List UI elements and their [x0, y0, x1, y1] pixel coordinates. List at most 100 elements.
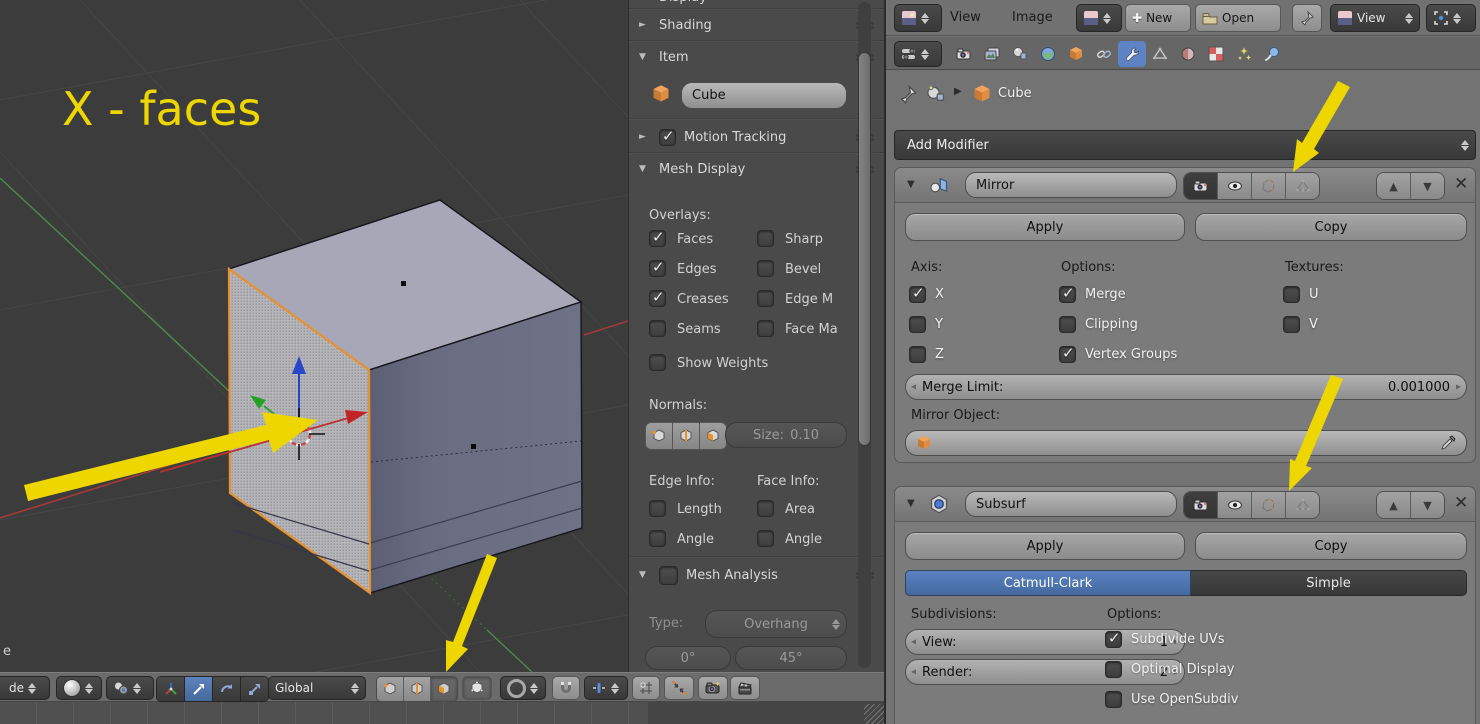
axis-z-checkbox[interactable] [909, 346, 926, 363]
rotate-manipulator-button[interactable] [213, 677, 241, 701]
clipping-checkbox[interactable] [1059, 316, 1076, 333]
sharp-checkbox[interactable] [757, 230, 774, 247]
eyedropper-icon[interactable] [1440, 435, 1456, 451]
panel-shading-header[interactable]: ► Shading [629, 12, 884, 38]
cage-edit-button[interactable] [1286, 173, 1319, 199]
texture-u-checkbox[interactable] [1283, 286, 1300, 303]
simple-toggle[interactable]: Simple [1191, 570, 1467, 596]
copy-button[interactable]: Copy [1195, 532, 1467, 560]
normals-size-stepper[interactable]: Size: 0.10 [725, 422, 847, 448]
catmull-clark-toggle[interactable]: Catmull-Clark [905, 570, 1191, 596]
tab-texture[interactable] [1202, 41, 1230, 67]
subsurf-modifier-header[interactable]: ▼ Subsurf ▲ ▼ ✕ [895, 487, 1475, 522]
texture-v-checkbox[interactable] [1283, 316, 1300, 333]
merge-checkbox[interactable] [1059, 286, 1076, 303]
optimal-display-checkbox[interactable] [1105, 661, 1122, 678]
panel-item-header[interactable]: ▼ Item [629, 44, 884, 70]
axis-y-checkbox[interactable] [909, 316, 926, 333]
opengl-render-button[interactable] [698, 676, 728, 700]
modifier-name-field[interactable]: Subsurf [965, 491, 1177, 517]
editmode-visibility-button[interactable] [1252, 173, 1286, 199]
snap-toggle-button[interactable] [552, 676, 580, 700]
delete-modifier-button[interactable]: ✕ [1454, 493, 1468, 513]
vertex-groups-checkbox[interactable] [1059, 346, 1076, 363]
face-area-checkbox[interactable] [757, 500, 774, 517]
analysis-min-stepper[interactable]: 0° [645, 646, 731, 670]
tab-material[interactable] [1174, 41, 1202, 67]
mode-dropdown[interactable]: de [0, 676, 50, 700]
subdivide-uvs-checkbox[interactable] [1105, 631, 1122, 648]
face-angle-checkbox[interactable] [757, 530, 774, 547]
faces-checkbox[interactable] [649, 230, 666, 247]
panel-display-partial[interactable]: ▼Display [629, 0, 884, 8]
expand-arrow-icon[interactable]: ▼ [639, 52, 651, 62]
menu-view[interactable]: View [950, 10, 981, 25]
tab-render-layers[interactable] [978, 41, 1006, 67]
manipulator-toggle-button[interactable] [157, 677, 185, 701]
editor-type-dropdown[interactable] [894, 4, 942, 32]
tab-constraints[interactable] [1090, 41, 1118, 67]
merge-limit-stepper[interactable]: Merge Limit: 0.001000 [905, 374, 1467, 400]
scale-manipulator-button[interactable] [241, 677, 268, 701]
editmode-visibility-button[interactable] [1252, 492, 1286, 518]
delete-modifier-button[interactable]: ✕ [1454, 174, 1468, 194]
limit-selection-button[interactable] [462, 676, 492, 700]
render-visibility-button[interactable] [1184, 173, 1218, 199]
absolute-grid-snap-button[interactable] [632, 676, 660, 700]
panel-mesh-display-header[interactable]: ▼ Mesh Display [629, 156, 884, 182]
motion-tracking-checkbox[interactable] [659, 129, 676, 146]
snap-element-dropdown[interactable] [584, 676, 628, 700]
transform-orientation-dropdown[interactable]: Global [268, 676, 366, 700]
editor-type-dropdown[interactable] [894, 41, 942, 67]
tab-object[interactable] [1062, 41, 1090, 67]
expand-arrow-icon[interactable]: ▼ [639, 164, 651, 174]
tab-render[interactable] [950, 41, 978, 67]
move-down-button[interactable]: ▼ [1411, 492, 1444, 518]
cage-edit-button[interactable] [1286, 492, 1319, 518]
viewport-visibility-button[interactable] [1218, 173, 1252, 199]
viewport-shading-dropdown[interactable] [56, 676, 102, 700]
use-opensubdiv-checkbox[interactable] [1105, 691, 1122, 708]
render-slot-dropdown[interactable] [1426, 4, 1476, 32]
modifier-name-field[interactable]: Mirror [965, 172, 1177, 198]
edge-angle-checkbox[interactable] [649, 530, 666, 547]
vertex-normals-icon[interactable] [646, 423, 673, 449]
bevel-checkbox[interactable] [757, 260, 774, 277]
apply-button[interactable]: Apply [905, 532, 1185, 560]
vertex-select-button[interactable] [377, 677, 404, 701]
pivot-point-dropdown[interactable] [106, 676, 154, 700]
image-datablock-dropdown[interactable] [1076, 4, 1122, 32]
expand-arrow-icon[interactable]: ▼ [907, 498, 915, 509]
analysis-type-dropdown[interactable]: Overhang [705, 610, 847, 638]
panel-motion-tracking-header[interactable]: ► Motion Tracking [629, 124, 884, 150]
automerge-button[interactable] [664, 676, 694, 700]
creases-checkbox[interactable] [649, 290, 666, 307]
pin-toggle-button[interactable] [1292, 4, 1322, 32]
face-select-button[interactable] [431, 677, 457, 701]
cube-mesh[interactable] [229, 200, 582, 593]
tab-modifiers[interactable] [1118, 41, 1146, 67]
move-down-button[interactable]: ▼ [1411, 173, 1444, 199]
copy-button[interactable]: Copy [1195, 213, 1467, 241]
seams-checkbox[interactable] [649, 320, 666, 337]
corner-resize-grip[interactable] [864, 704, 884, 724]
new-image-button[interactable]: ✚ New [1125, 4, 1191, 32]
face-marks-checkbox[interactable] [757, 320, 774, 337]
menu-image[interactable]: Image [1012, 10, 1053, 25]
edge-select-button[interactable] [404, 677, 431, 701]
tab-particles[interactable] [1230, 41, 1258, 67]
scene-icon[interactable] [926, 84, 946, 104]
display-channels-dropdown[interactable]: View [1330, 4, 1420, 32]
viewport-visibility-button[interactable] [1218, 492, 1252, 518]
tab-physics[interactable] [1258, 41, 1286, 67]
move-up-button[interactable]: ▲ [1377, 492, 1411, 518]
breadcrumb-object-name[interactable]: Cube [998, 86, 1032, 101]
expand-arrow-icon[interactable]: ▼ [639, 570, 651, 580]
scrollbar-handle[interactable] [858, 52, 871, 446]
panel-mesh-analysis-header[interactable]: ▼ Mesh Analysis [629, 562, 884, 588]
proportional-editing-dropdown[interactable] [500, 676, 546, 700]
pin-icon[interactable] [898, 84, 918, 104]
mirror-object-field[interactable] [905, 430, 1467, 456]
move-up-button[interactable]: ▲ [1377, 173, 1411, 199]
mirror-modifier-header[interactable]: ▼ Mirror ▲ ▼ ✕ [895, 168, 1475, 203]
